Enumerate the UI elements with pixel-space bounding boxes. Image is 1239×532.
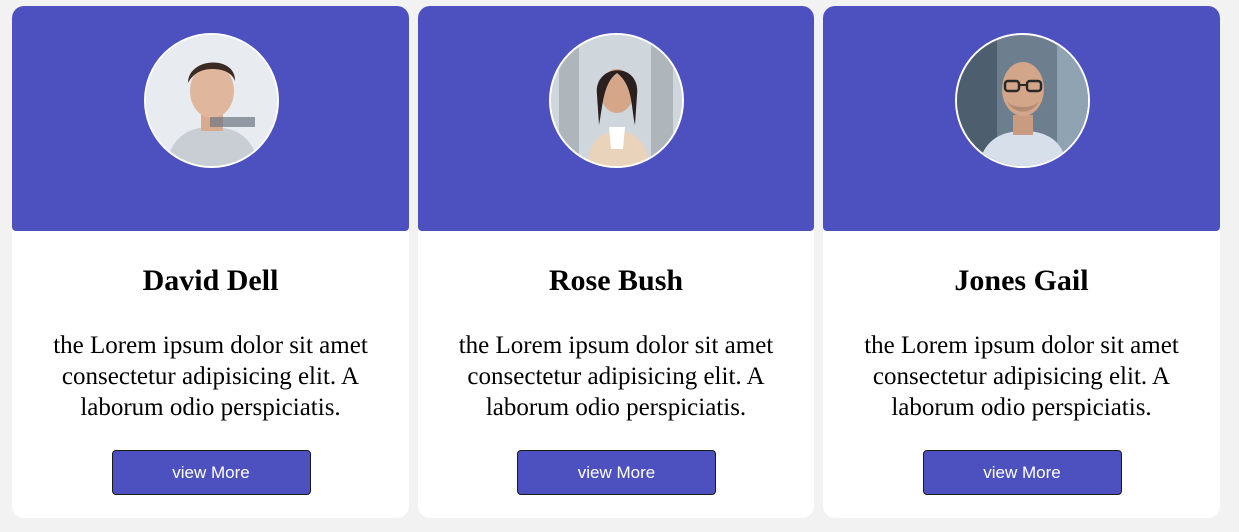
view-more-button[interactable]: view More	[922, 450, 1122, 495]
card-header-banner	[12, 6, 409, 231]
avatar-photo-icon	[956, 35, 1088, 166]
view-more-button[interactable]: view More	[517, 450, 716, 495]
avatar	[143, 33, 279, 168]
avatar-photo-icon	[551, 35, 682, 166]
profile-card-david-dell: David Dell the Lorem ipsum dolor sit ame…	[12, 6, 409, 518]
card-header-banner	[418, 6, 814, 231]
card-name: Rose Bush	[548, 264, 684, 297]
view-more-button[interactable]: view More	[111, 450, 311, 495]
profile-card-rose-bush: Rose Bush the Lorem ipsum dolor sit amet…	[418, 6, 814, 518]
card-description: the Lorem ipsum dolor sit amet consectet…	[53, 332, 368, 421]
card-name: Jones Gail	[954, 264, 1089, 297]
card-header-banner	[823, 6, 1220, 231]
profile-card-jones-gail: Jones Gail the Lorem ipsum dolor sit ame…	[823, 6, 1220, 518]
card-name: David Dell	[142, 264, 279, 297]
avatar	[954, 33, 1090, 168]
avatar-photo-icon	[145, 35, 277, 166]
card-description: the Lorem ipsum dolor sit amet consectet…	[864, 332, 1179, 421]
avatar	[549, 33, 684, 168]
profile-cards: David Dell the Lorem ipsum dolor sit ame…	[0, 0, 1239, 532]
card-description: the Lorem ipsum dolor sit amet consectet…	[458, 332, 774, 421]
